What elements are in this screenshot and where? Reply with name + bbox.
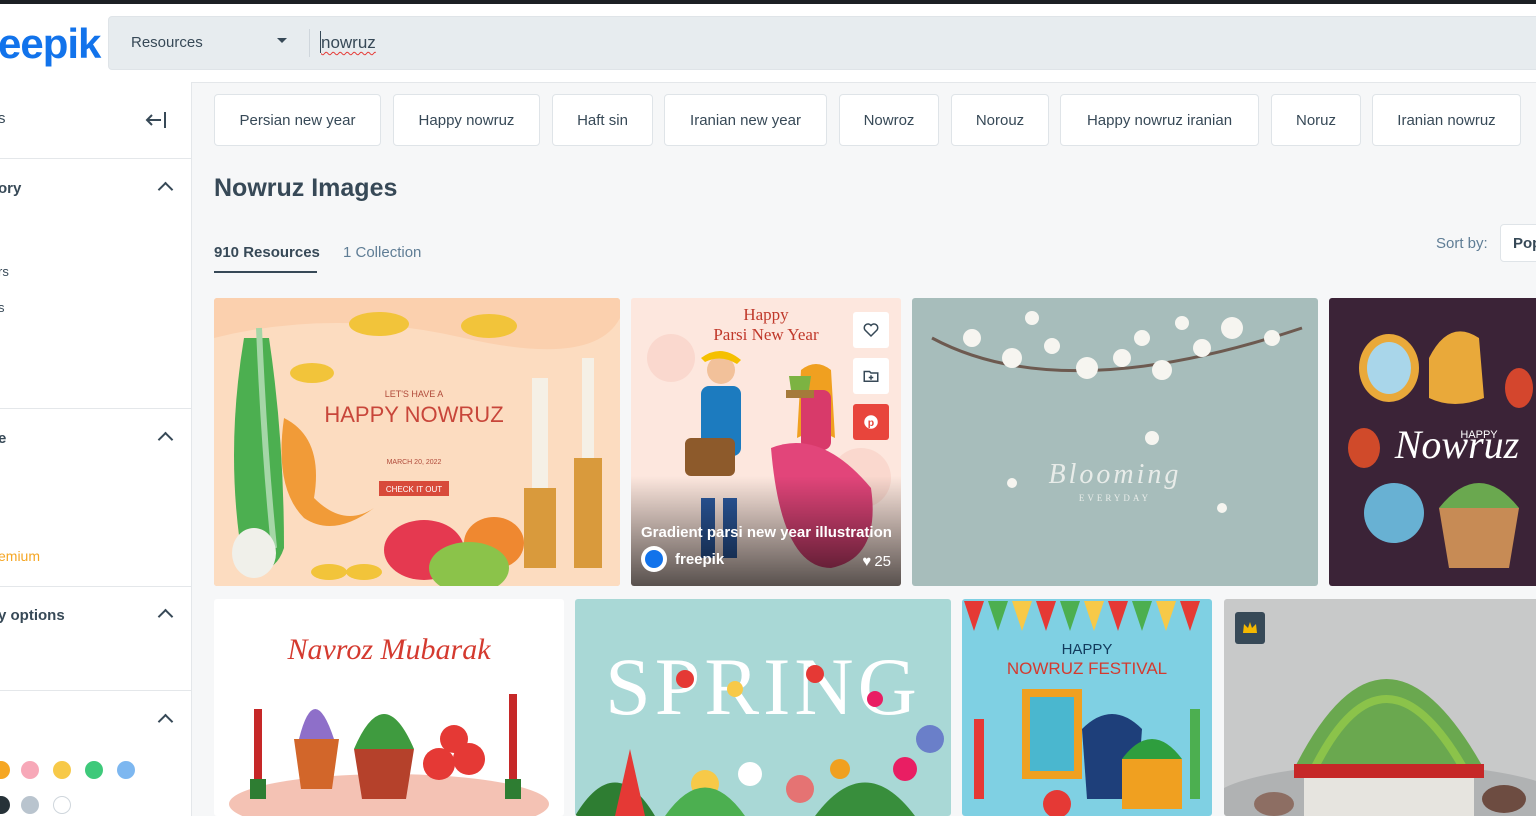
collapse-sidebar-icon[interactable] xyxy=(144,110,168,130)
card-thumbnail: HAPPY Nowruz xyxy=(1329,298,1536,586)
card-art-text: Nowruz xyxy=(1394,422,1520,467)
card-art-text: Happy xyxy=(743,305,789,324)
header: eepik Resources nowruz xyxy=(0,4,1536,83)
sort-label: Sort by: xyxy=(1436,235,1488,252)
color-swatch-yellow[interactable] xyxy=(53,761,71,779)
card-thumbnail: HAPPY NOWRUZ FESTIVAL xyxy=(962,599,1212,816)
card-art-text: HAPPY NOWRUZ xyxy=(324,402,503,427)
tag-chip[interactable]: Persian new year xyxy=(214,94,381,146)
card-thumbnail: Navroz Mubarak xyxy=(214,599,564,816)
folder-plus-icon xyxy=(863,370,879,382)
divider xyxy=(0,158,191,159)
color-swatch-white[interactable] xyxy=(53,796,71,814)
chevron-up-icon[interactable] xyxy=(157,181,174,198)
color-swatch-blue[interactable] xyxy=(117,761,135,779)
sort-select[interactable]: Pop xyxy=(1500,224,1536,262)
pinterest-icon: p xyxy=(864,415,878,429)
card-caption[interactable]: Gradient parsi new year illustration xyxy=(641,524,892,541)
card-thumbnail: LET'S HAVE A HAPPY NOWRUZ MARCH 20, 2022… xyxy=(214,298,620,586)
pinterest-button[interactable]: p xyxy=(853,404,889,440)
tag-chip[interactable]: Haft sin xyxy=(552,94,653,146)
filters-sidebar: s ory rs s e emium y options xyxy=(0,82,192,816)
card-thumbnail: Blooming EVERYDAY xyxy=(912,298,1318,586)
card-art-text: SPRING xyxy=(605,641,921,732)
sort-value: Pop xyxy=(1513,235,1536,252)
heart-icon: ♥ xyxy=(862,553,872,570)
heart-icon xyxy=(863,323,879,338)
tab-resources[interactable]: 910 Resources xyxy=(214,244,320,261)
color-swatch-pink[interactable] xyxy=(21,761,39,779)
card-art-text: HAPPY xyxy=(1062,641,1113,658)
tag-chip[interactable]: Happy nowruz iranian xyxy=(1060,94,1259,146)
tag-chip[interactable]: Norouz xyxy=(951,94,1049,146)
image-card-hovered[interactable]: Happy Parsi New Year p Gradient parsi ne… xyxy=(631,298,901,586)
color-swatch-green[interactable] xyxy=(85,761,103,779)
chevron-up-icon[interactable] xyxy=(157,431,174,448)
tab-collections[interactable]: 1 Collection xyxy=(343,244,421,261)
image-card[interactable]: Blooming EVERYDAY xyxy=(912,298,1318,586)
card-art-text: LET'S HAVE A xyxy=(385,389,444,399)
image-card[interactable]: HAPPY Nowruz xyxy=(1329,298,1536,586)
crown-icon xyxy=(1243,622,1257,633)
author-name: freepik xyxy=(675,550,725,568)
tag-chip[interactable]: Happy nowruz xyxy=(393,94,540,146)
add-to-collection-button[interactable] xyxy=(853,358,889,394)
text-cursor xyxy=(320,31,321,53)
freepik-logo[interactable]: eepik xyxy=(0,22,101,66)
card-art-text: NOWRUZ FESTIVAL xyxy=(1007,659,1167,678)
avatar xyxy=(641,546,667,572)
active-tab-indicator xyxy=(214,271,317,273)
tag-chip[interactable]: Iranian nowruz xyxy=(1372,94,1521,146)
card-author[interactable]: freepik xyxy=(641,546,724,572)
tag-chip[interactable]: Nowroz xyxy=(839,94,939,146)
color-swatch-orange[interactable] xyxy=(0,761,10,779)
search-bar: Resources nowruz xyxy=(108,16,1536,70)
likes-value: 25 xyxy=(874,553,891,570)
like-button[interactable] xyxy=(853,312,889,348)
chevron-up-icon[interactable] xyxy=(157,608,174,625)
card-art-text: Navroz Mubarak xyxy=(286,633,491,666)
color-swatch-gray[interactable] xyxy=(21,796,39,814)
svg-text:p: p xyxy=(868,417,874,429)
divider xyxy=(0,690,191,691)
card-thumbnail xyxy=(1224,599,1536,816)
page-title: Nowruz Images xyxy=(214,174,398,202)
divider xyxy=(0,586,191,587)
card-art-text: Parsi New Year xyxy=(713,325,819,344)
card-art-text: CHECK IT OUT xyxy=(386,485,442,494)
premium-badge xyxy=(1235,612,1265,644)
chevron-up-icon[interactable] xyxy=(157,713,174,730)
search-input[interactable]: nowruz xyxy=(321,33,376,53)
color-swatch-black[interactable] xyxy=(0,796,10,814)
image-card[interactable] xyxy=(1224,599,1536,816)
image-card[interactable]: Navroz Mubarak xyxy=(214,599,564,816)
card-art-text: MARCH 20, 2022 xyxy=(387,459,442,466)
image-card[interactable]: HAPPY NOWRUZ FESTIVAL xyxy=(962,599,1212,816)
tag-chip[interactable]: Noruz xyxy=(1271,94,1361,146)
resource-type-select[interactable]: Resources xyxy=(131,34,203,51)
chevron-down-icon[interactable] xyxy=(277,38,287,43)
likes-count: ♥ 25 xyxy=(862,553,891,570)
search-divider xyxy=(309,29,310,57)
card-art-text: Blooming xyxy=(1049,459,1182,490)
image-card[interactable]: LET'S HAVE A HAPPY NOWRUZ MARCH 20, 2022… xyxy=(214,298,620,586)
card-art-text: EVERYDAY xyxy=(1079,493,1151,503)
image-card[interactable]: SPRING xyxy=(575,599,951,816)
card-thumbnail: SPRING xyxy=(575,599,951,816)
tag-chip[interactable]: Iranian new year xyxy=(664,94,827,146)
divider xyxy=(0,408,191,409)
